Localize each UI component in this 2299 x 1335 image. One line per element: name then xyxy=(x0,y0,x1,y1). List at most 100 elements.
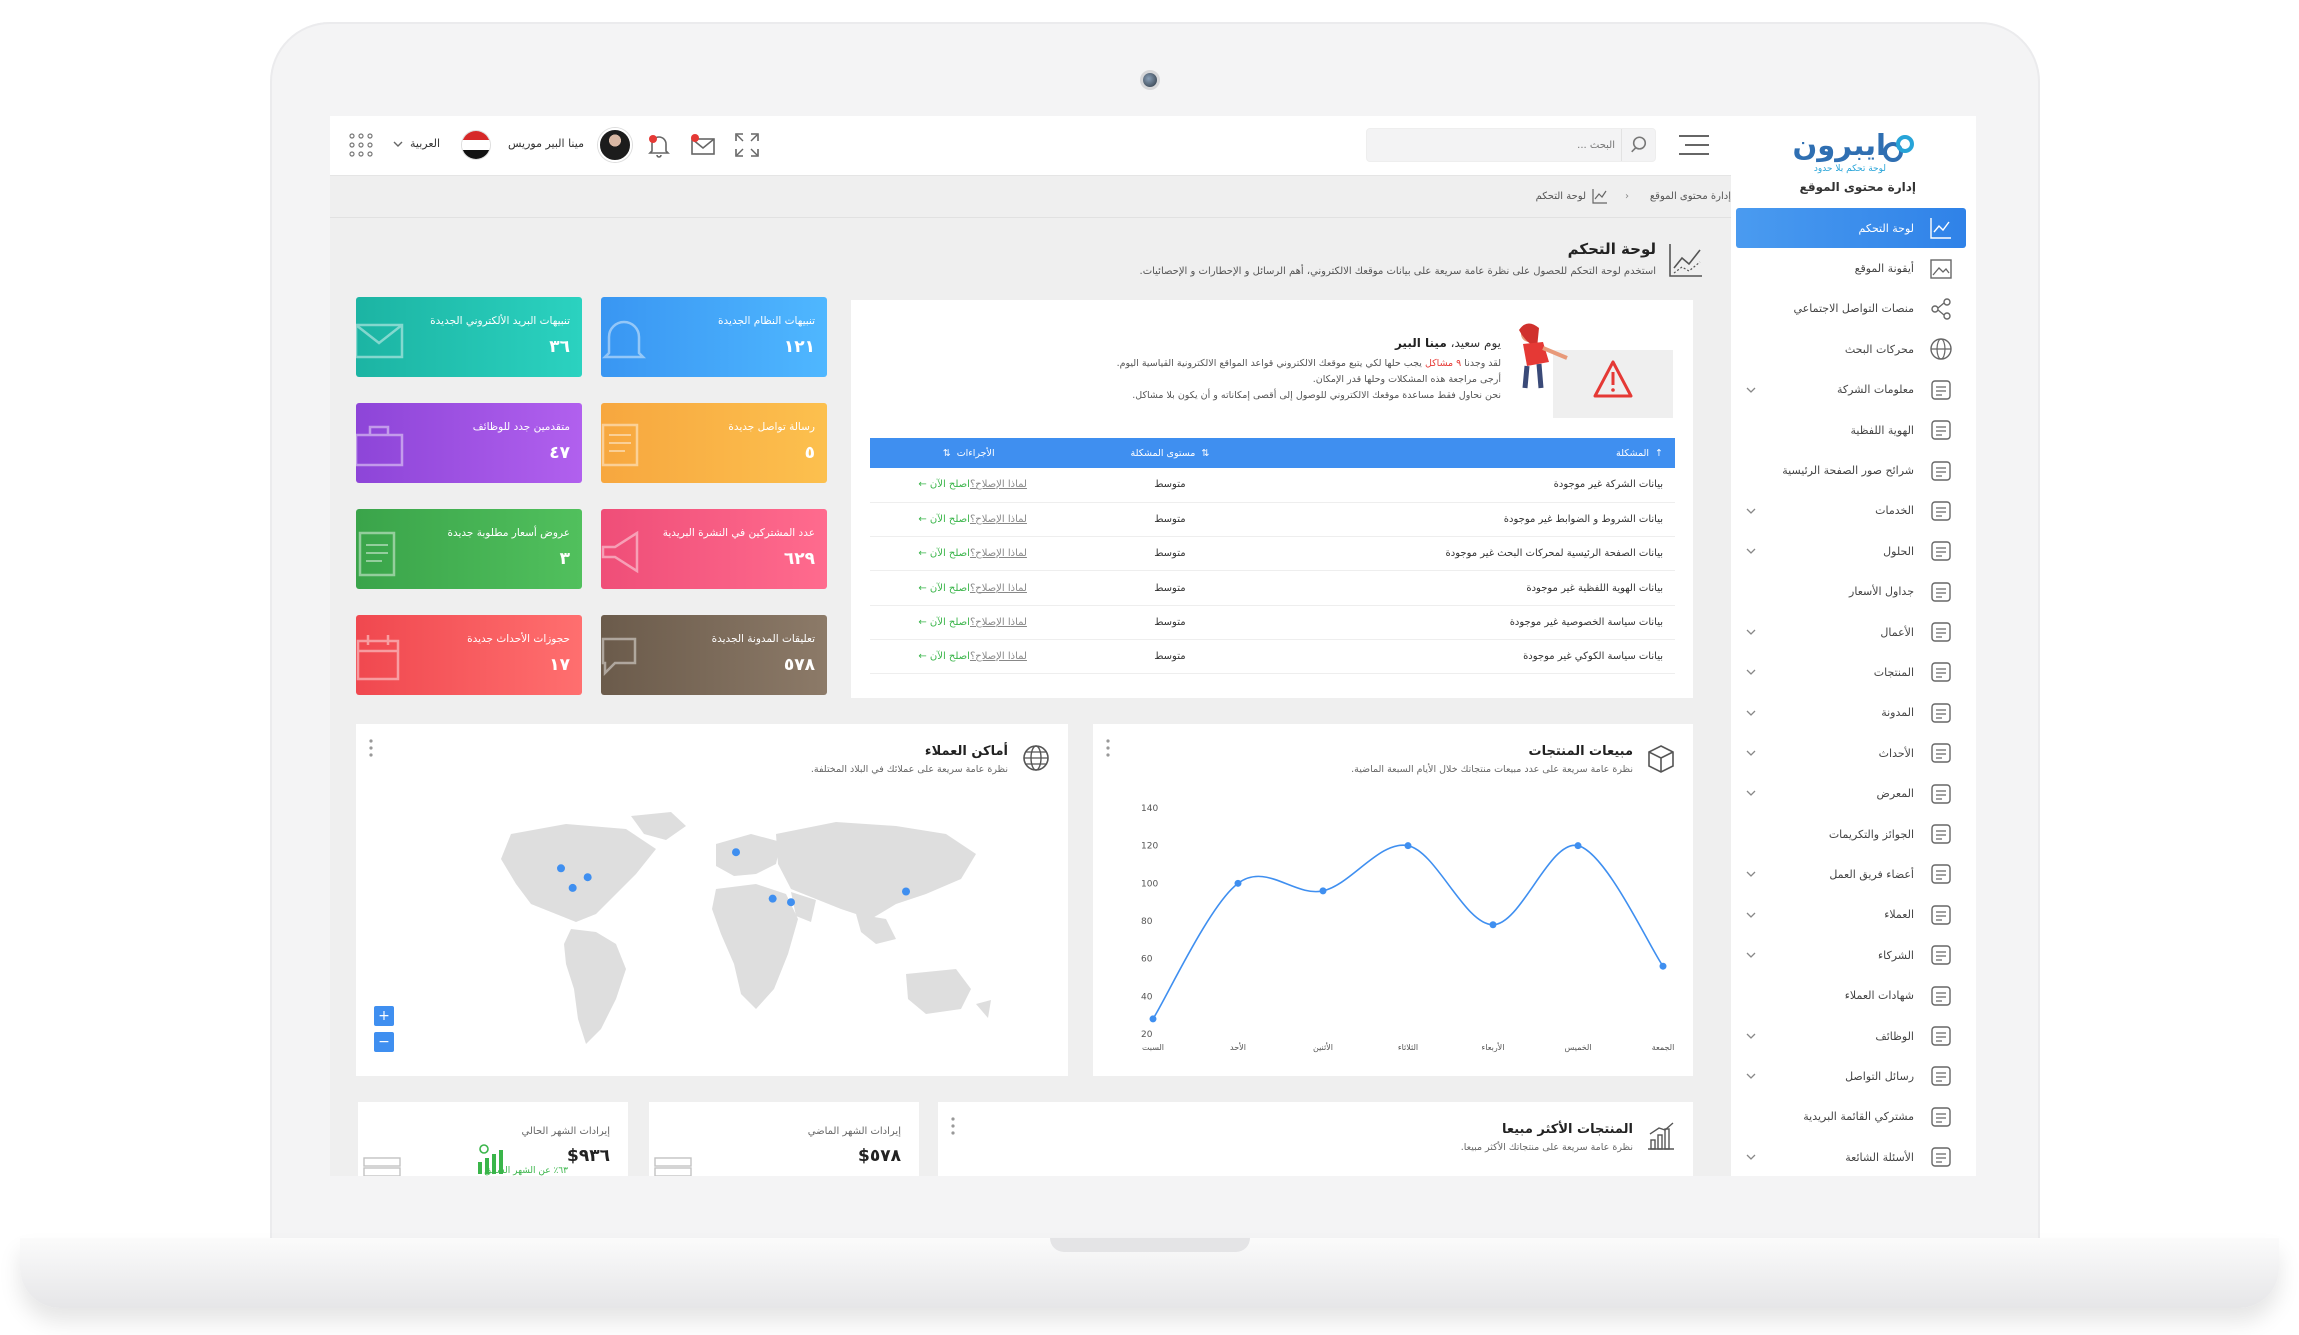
tile-job-applicants[interactable]: متقدمين جدد للوظائف ٤٧ xyxy=(356,403,582,483)
sidebar-item-7[interactable]: الخدمات xyxy=(1736,491,1966,531)
logo[interactable]: ايبرون لوحة تحكم بلا حدود xyxy=(1786,124,1916,184)
user-name[interactable]: مينا البير موريس xyxy=(508,137,584,150)
sidebar-item-16[interactable]: أعضاء فريق العمل xyxy=(1736,854,1966,894)
why-fix-link[interactable]: لماذا الإصلاح؟ xyxy=(970,617,1027,628)
sidebar-item-4[interactable]: معلومات الشركة xyxy=(1736,370,1966,410)
fix-now-link[interactable]: اصلح الآن ← xyxy=(918,479,970,490)
more-options-icon[interactable] xyxy=(368,738,374,758)
sidebar-item-3[interactable]: محركات البحث xyxy=(1736,329,1966,369)
map-marker[interactable] xyxy=(787,898,795,907)
sidebar-item-21[interactable]: رسائل التواصل xyxy=(1736,1056,1966,1096)
sidebar-item-12[interactable]: المدونة xyxy=(1736,693,1966,733)
column-issue[interactable]: ↑ المشكلة xyxy=(1272,438,1675,468)
bell-icon[interactable] xyxy=(644,130,674,160)
tile-quote-requests[interactable]: عروض أسعار مطلوبة جديدة ٣ xyxy=(356,509,582,589)
chevron-down-icon[interactable] xyxy=(1744,746,1758,760)
tile-email-alerts[interactable]: تنبيهات البريد الألكتروني الجديدة ٣٦ xyxy=(356,297,582,377)
sales-data-point[interactable] xyxy=(1574,842,1582,850)
sidebar-item-20[interactable]: الوظائف xyxy=(1736,1016,1966,1056)
sidebar-item-22[interactable]: مشتركي القائمة البريدية xyxy=(1736,1097,1966,1137)
tile-system-alerts[interactable]: تنبيهات النظام الجديدة ١٢١ xyxy=(601,297,827,377)
sales-data-point[interactable] xyxy=(1319,887,1327,895)
sidebar-item-1[interactable]: أيقونة الموقع xyxy=(1736,248,1966,288)
sidebar-item-17[interactable]: العملاء xyxy=(1736,895,1966,935)
chevron-down-icon[interactable] xyxy=(1744,786,1758,800)
issue-level: متوسط xyxy=(1079,502,1273,538)
chevron-down-icon[interactable] xyxy=(1744,706,1758,720)
tile-newsletter-subscribers[interactable]: عدد المشتركين في النشرة البريدية ٦٢٩ xyxy=(601,509,827,589)
fullscreen-icon[interactable] xyxy=(732,130,762,160)
map-zoom-out-button[interactable]: − xyxy=(374,1032,394,1052)
map-marker[interactable] xyxy=(902,887,910,896)
sidebar-item-15[interactable]: الجوائز والتكريمات xyxy=(1736,814,1966,854)
column-actions[interactable]: الأجراءات ⇅ xyxy=(870,438,1080,468)
apps-grid-icon[interactable] xyxy=(348,132,374,158)
map-marker[interactable] xyxy=(557,864,565,873)
why-fix-link[interactable]: لماذا الإصلاح؟ xyxy=(970,479,1027,490)
fix-now-link[interactable]: اصلح الآن ← xyxy=(918,651,970,662)
why-fix-link[interactable]: لماذا الإصلاح؟ xyxy=(970,583,1027,594)
language-selector[interactable]: العربية xyxy=(410,137,440,150)
chevron-down-icon[interactable] xyxy=(1744,948,1758,962)
map-marker[interactable] xyxy=(568,883,577,892)
fix-now-label: اصلح الآن xyxy=(929,548,970,560)
sidebar-item-18[interactable]: الشركاء xyxy=(1736,935,1966,975)
fix-now-link[interactable]: اصلح الآن ← xyxy=(918,548,970,559)
sales-data-point[interactable] xyxy=(1659,962,1667,970)
sidebar-item-8[interactable]: الحلول xyxy=(1736,531,1966,571)
tile-event-bookings[interactable]: حجوزات الأحداث جديدة ١٧ xyxy=(356,615,582,695)
sidebar-item-19[interactable]: شهادات العملاء xyxy=(1736,975,1966,1015)
egypt-flag-icon[interactable] xyxy=(462,131,490,159)
chevron-down-icon[interactable] xyxy=(392,138,404,150)
more-options-icon[interactable] xyxy=(1105,738,1111,758)
sidebar-item-9[interactable]: جداول الأسعار xyxy=(1736,572,1966,612)
avatar[interactable] xyxy=(598,128,632,162)
sidebar-item-14[interactable]: المعرض xyxy=(1736,773,1966,813)
bell-icon xyxy=(601,320,647,359)
why-fix-link[interactable]: لماذا الإصلاح؟ xyxy=(970,548,1027,559)
sales-data-point[interactable] xyxy=(1404,842,1412,850)
chevron-down-icon[interactable] xyxy=(1744,544,1758,558)
why-fix-link[interactable]: لماذا الإصلاح؟ xyxy=(970,514,1027,525)
tile-value: ٥ xyxy=(804,443,815,463)
chevron-down-icon[interactable] xyxy=(1744,1029,1758,1043)
sales-data-point[interactable] xyxy=(1149,1015,1157,1023)
handshake-icon xyxy=(1931,905,1951,925)
tile-contact-messages[interactable]: رسالة تواصل جديدة ٥ xyxy=(601,403,827,483)
breadcrumb-home[interactable]: إدارة محتوى الموقع xyxy=(1650,191,1731,202)
map-marker[interactable] xyxy=(732,848,740,857)
sidebar-item-23[interactable]: الأسئلة الشائعة xyxy=(1736,1137,1966,1176)
fix-now-link[interactable]: اصلح الآن ← xyxy=(918,514,970,525)
chevron-down-icon[interactable] xyxy=(1744,504,1758,518)
map-marker[interactable] xyxy=(768,894,777,903)
sidebar-item-13[interactable]: الأحداث xyxy=(1736,733,1966,773)
chevron-down-icon[interactable] xyxy=(1744,625,1758,639)
tile-blog-comments[interactable]: تعليقات المدونة الجديدة ٥٧٨ xyxy=(601,615,827,695)
search-input[interactable] xyxy=(1375,133,1615,157)
chevron-down-icon[interactable] xyxy=(1744,1069,1758,1083)
sidebar-item-0[interactable]: لوحة التحكم xyxy=(1736,208,1966,249)
sales-data-point[interactable] xyxy=(1234,879,1242,887)
map-zoom-in-button[interactable]: + xyxy=(374,1006,394,1026)
chevron-down-icon[interactable] xyxy=(1744,665,1758,679)
map-marker[interactable] xyxy=(583,873,592,882)
sidebar-item-5[interactable]: الهوية اللفظية xyxy=(1736,410,1966,450)
column-level[interactable]: ⇅ مستوى المشكلة xyxy=(1079,438,1273,468)
chevron-down-icon[interactable] xyxy=(1744,867,1758,881)
why-fix-link[interactable]: لماذا الإصلاح؟ xyxy=(970,651,1027,662)
sidebar-item-10[interactable]: الأعمال xyxy=(1736,612,1966,652)
world-map[interactable] xyxy=(416,804,1016,1054)
chevron-down-icon[interactable] xyxy=(1744,1150,1758,1164)
fix-now-link[interactable]: اصلح الآن ← xyxy=(918,617,970,628)
fix-now-link[interactable]: اصلح الآن ← xyxy=(918,583,970,594)
sidebar-item-6[interactable]: شرائح صور الصفحة الرئيسية xyxy=(1736,450,1966,490)
chevron-down-icon[interactable] xyxy=(1744,383,1758,397)
sidebar-item-2[interactable]: منصات التواصل الاجتماعي xyxy=(1736,289,1966,329)
mail-icon[interactable] xyxy=(688,130,718,160)
search-icon[interactable] xyxy=(1621,129,1655,161)
sidebar-item-11[interactable]: المنتجات xyxy=(1736,652,1966,692)
menu-toggle-icon[interactable] xyxy=(1677,130,1711,160)
more-options-icon[interactable] xyxy=(950,1116,956,1136)
chevron-down-icon[interactable] xyxy=(1744,908,1758,922)
sales-data-point[interactable] xyxy=(1489,921,1497,929)
